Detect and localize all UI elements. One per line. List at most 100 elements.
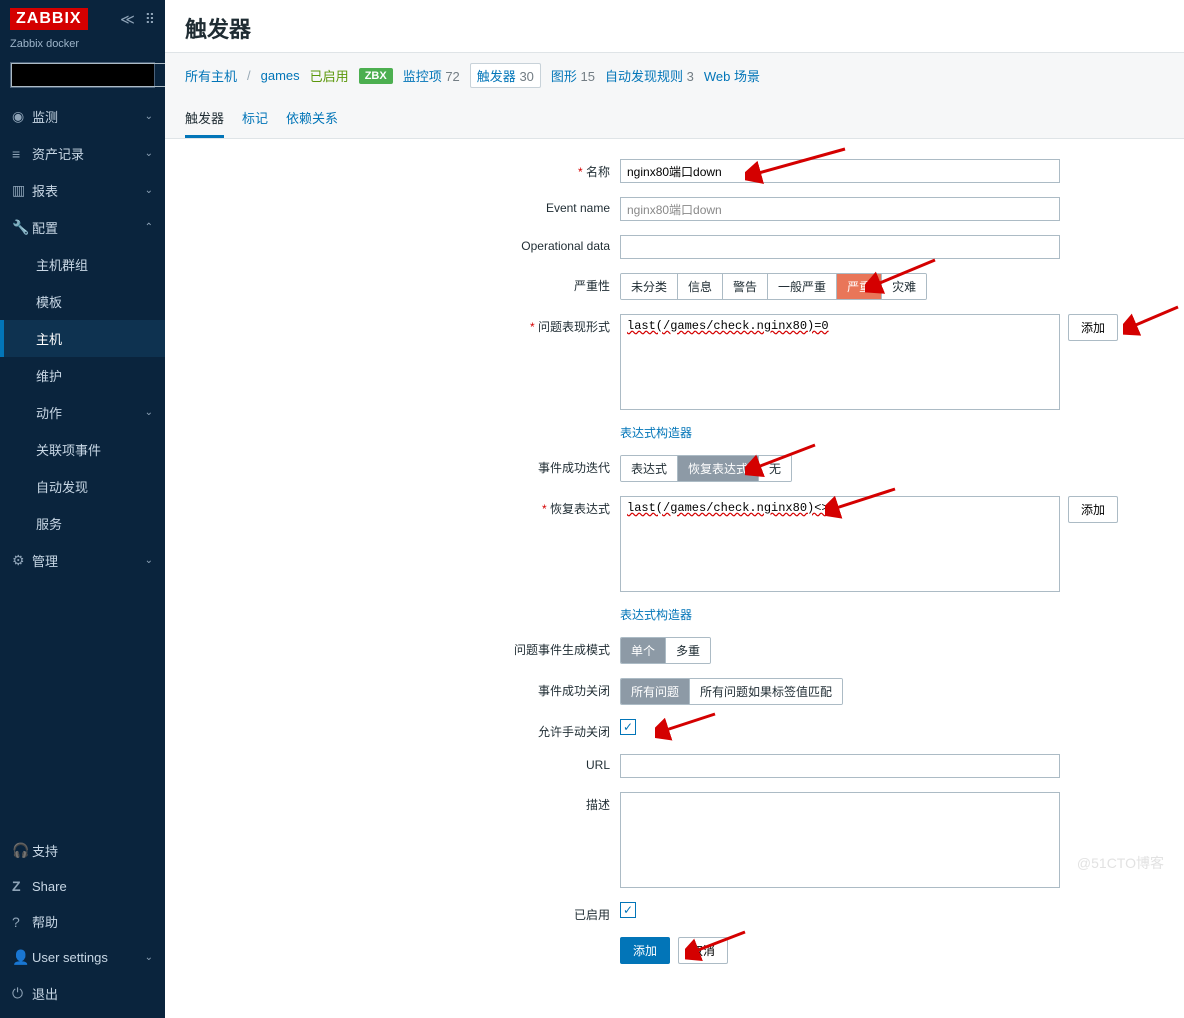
- crumb-all-hosts[interactable]: 所有主机: [185, 66, 237, 85]
- eventgen-recovery[interactable]: 恢复表达式: [678, 456, 759, 481]
- eventname-input[interactable]: [620, 197, 1060, 221]
- enabled-checkbox[interactable]: ✓: [620, 902, 636, 918]
- filter-bar: 所有主机 / games 已启用 ZBX 监控项 72 触发器 30 图形 15…: [165, 52, 1184, 139]
- subnav-actions[interactable]: 动作⌄: [0, 394, 165, 431]
- cancel-button[interactable]: 取消: [678, 937, 728, 964]
- power-icon: ⏻: [12, 985, 32, 1002]
- ok-close-label: 事件成功关闭: [185, 678, 620, 699]
- zabbix-logo[interactable]: ZABBIX: [10, 8, 88, 30]
- logo-row: ZABBIX ≪ ⠿: [0, 0, 165, 38]
- ok-close-tags[interactable]: 所有问题如果标签值匹配: [690, 679, 842, 704]
- sev-notclassified[interactable]: 未分类: [621, 274, 678, 299]
- subnav-services[interactable]: 服务: [0, 505, 165, 542]
- prob-mode-multiple[interactable]: 多重: [666, 638, 710, 663]
- tab-tags[interactable]: 标记: [242, 102, 268, 138]
- sev-disaster[interactable]: 灾难: [882, 274, 926, 299]
- zbx-badge: ZBX: [359, 68, 393, 84]
- nav-reports[interactable]: ▥报表⌄: [0, 172, 165, 209]
- desc-label: 描述: [185, 792, 620, 813]
- manual-close-label: 允许手动关闭: [185, 719, 620, 740]
- opdata-label: Operational data: [185, 235, 620, 253]
- eventgen-label: 事件成功迭代: [185, 455, 620, 476]
- eventgen-group: 表达式 恢复表达式 无: [620, 455, 792, 482]
- sidebar: ZABBIX ≪ ⠿ Zabbix docker ⌕ ◉监测⌄ ≡资产记录⌄ ▥…: [0, 0, 165, 1018]
- page-title: 触发器: [165, 0, 1184, 52]
- bar-icon: ▥: [12, 182, 32, 199]
- collapse-icon[interactable]: ≪: [120, 11, 135, 28]
- add-expression-button[interactable]: 添加: [1068, 314, 1118, 341]
- nav-support[interactable]: 🎧支持: [0, 832, 165, 869]
- subnav-hosts[interactable]: 主机: [0, 320, 165, 357]
- sev-high[interactable]: 严重: [837, 274, 882, 299]
- server-name: Zabbix docker: [0, 38, 165, 58]
- opdata-input[interactable]: [620, 235, 1060, 259]
- submit-button[interactable]: 添加: [620, 937, 670, 964]
- prob-mode-label: 问题事件生成模式: [185, 637, 620, 658]
- crumb-items[interactable]: 监控项 72: [403, 66, 460, 85]
- problem-label: 问题表现形式: [538, 320, 610, 334]
- severity-group: 未分类 信息 警告 一般严重 严重 灾难: [620, 273, 927, 300]
- crumb-discovery[interactable]: 自动发现规则 3: [605, 66, 694, 85]
- crumb-web[interactable]: Web 场景: [704, 66, 760, 85]
- sev-average[interactable]: 一般严重: [768, 274, 837, 299]
- gear-icon: ⚙: [12, 552, 32, 569]
- nav-logout[interactable]: ⏻退出: [0, 975, 165, 1012]
- crumb-host[interactable]: games: [261, 68, 300, 83]
- chevron-down-icon: ⌄: [145, 952, 153, 963]
- url-input[interactable]: [620, 754, 1060, 778]
- search-input[interactable]: [11, 63, 180, 87]
- nav-administration[interactable]: ⚙管理⌄: [0, 542, 165, 579]
- eventgen-expression[interactable]: 表达式: [621, 456, 678, 481]
- subnav-hostgroups[interactable]: 主机群组: [0, 246, 165, 283]
- subnav-discovery[interactable]: 自动发现: [0, 468, 165, 505]
- name-label: 名称: [586, 165, 610, 179]
- url-label: URL: [185, 754, 620, 772]
- nav-help[interactable]: ?帮助: [0, 903, 165, 940]
- nav-inventory[interactable]: ≡资产记录⌄: [0, 135, 165, 172]
- list-icon: ≡: [12, 146, 32, 162]
- sev-warning[interactable]: 警告: [723, 274, 768, 299]
- expr-builder-link[interactable]: 表达式构造器: [620, 424, 692, 441]
- ok-close-all[interactable]: 所有问题: [621, 679, 690, 704]
- recovery-textarea[interactable]: last(/games/check.nginx80)<>0: [620, 496, 1060, 592]
- problem-textarea[interactable]: last(/games/check.nginx80)=0: [620, 314, 1060, 410]
- chevron-down-icon: ⌄: [145, 148, 153, 159]
- crumb-graphs[interactable]: 图形 15: [551, 66, 595, 85]
- z-icon: Z: [12, 878, 32, 894]
- nav-user-settings[interactable]: 👤User settings⌄: [0, 940, 165, 975]
- trigger-form: * 名称 Event name Operational data 严重性 未分类…: [165, 139, 1184, 1018]
- prob-mode-group: 单个 多重: [620, 637, 711, 664]
- subnav-maintenance[interactable]: 维护: [0, 357, 165, 394]
- main: 触发器 所有主机 / games 已启用 ZBX 监控项 72 触发器 30 图…: [165, 0, 1184, 1018]
- nav-monitoring[interactable]: ◉监测⌄: [0, 98, 165, 135]
- question-icon: ?: [12, 914, 32, 930]
- name-input[interactable]: [620, 159, 1060, 183]
- chevron-down-icon: ⌄: [145, 407, 153, 418]
- watermark: @51CTO博客: [1077, 853, 1164, 873]
- add-recovery-button[interactable]: 添加: [1068, 496, 1118, 523]
- user-icon: 👤: [12, 949, 32, 966]
- menu-icon[interactable]: ⠿: [145, 11, 155, 28]
- eventgen-none[interactable]: 无: [759, 456, 791, 481]
- eventname-label: Event name: [185, 197, 620, 215]
- subnav-templates[interactable]: 模板: [0, 283, 165, 320]
- tab-trigger[interactable]: 触发器: [185, 102, 224, 138]
- severity-label: 严重性: [185, 273, 620, 294]
- chevron-down-icon: ⌄: [145, 185, 153, 196]
- ok-close-group: 所有问题 所有问题如果标签值匹配: [620, 678, 843, 705]
- sev-information[interactable]: 信息: [678, 274, 723, 299]
- prob-mode-single[interactable]: 单个: [621, 638, 666, 663]
- nav-configuration[interactable]: 🔧配置⌃: [0, 209, 165, 246]
- desc-textarea[interactable]: [620, 792, 1060, 888]
- subnav-correlation[interactable]: 关联项事件: [0, 431, 165, 468]
- headset-icon: 🎧: [12, 842, 32, 859]
- eye-icon: ◉: [12, 108, 32, 125]
- chevron-down-icon: ⌄: [145, 111, 153, 122]
- search-box[interactable]: ⌕: [10, 62, 155, 88]
- chevron-down-icon: ⌄: [145, 555, 153, 566]
- tab-dependencies[interactable]: 依赖关系: [286, 102, 338, 138]
- manual-close-checkbox[interactable]: ✓: [620, 719, 636, 735]
- crumb-triggers[interactable]: 触发器 30: [470, 63, 541, 88]
- expr-builder-link-2[interactable]: 表达式构造器: [620, 606, 692, 623]
- nav-share[interactable]: ZShare: [0, 869, 165, 903]
